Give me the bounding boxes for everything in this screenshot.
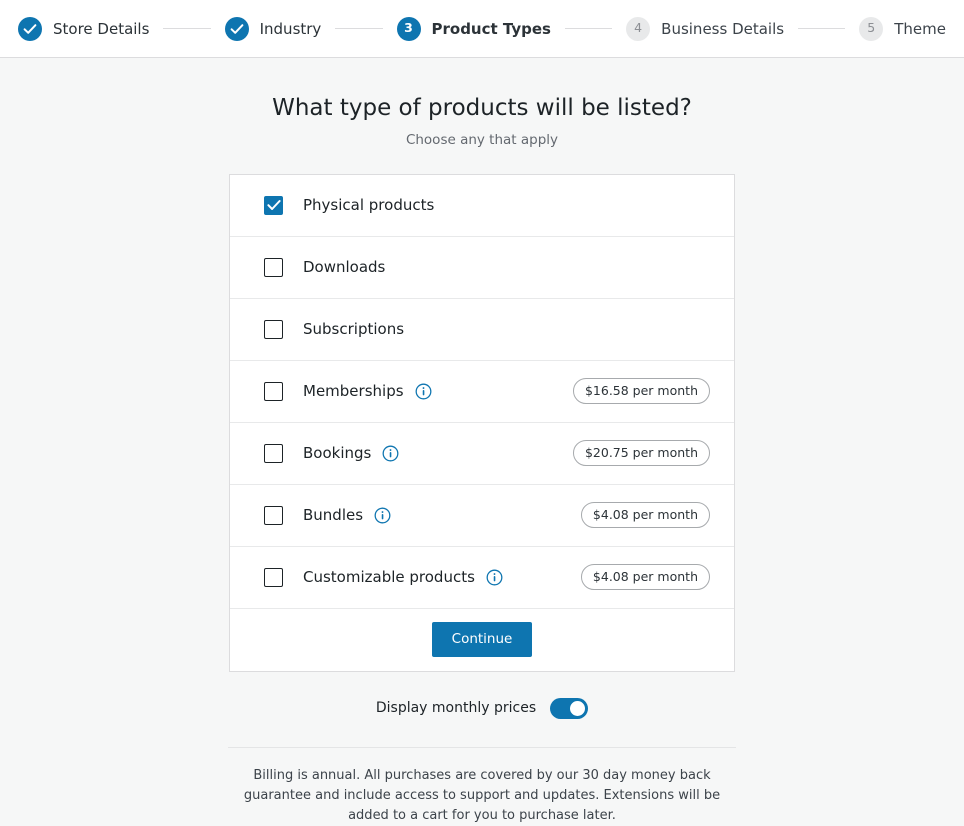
stepper-step-product-types[interactable]: 3 Product Types [396, 16, 551, 41]
continue-button[interactable]: Continue [431, 622, 533, 658]
product-type-label: Subscriptions [303, 320, 405, 339]
product-type-row-left: Bundles [264, 505, 581, 525]
product-type-row-left: Physical products [264, 195, 710, 215]
stepper-step-number: 3 [396, 16, 421, 41]
page-title: What type of products will be listed? [272, 95, 692, 121]
main-content: What type of products will be listed? Ch… [0, 58, 964, 826]
toggle-knob [570, 700, 586, 716]
product-type-row[interactable]: Bookings $20.75 per month [230, 423, 734, 485]
stepper-connector [335, 28, 383, 29]
product-type-row[interactable]: Downloads [230, 237, 734, 299]
stepper-step-business-details: 4 Business Details [626, 16, 785, 41]
stepper-step-number: 5 [859, 16, 884, 41]
stepper-step-label: Industry [259, 19, 322, 38]
product-type-row-left: Bookings [264, 443, 573, 463]
checkbox-unchecked[interactable] [264, 257, 283, 277]
checkbox-unchecked[interactable] [264, 567, 283, 587]
product-type-label: Physical products [303, 196, 435, 215]
monthly-prices-toggle-row: Display monthly prices [375, 697, 589, 719]
info-icon[interactable] [374, 507, 391, 524]
product-type-list: Physical products Downloads Subscriptions M… [230, 175, 734, 609]
product-type-row[interactable]: Customizable products $4.08 per month [230, 547, 734, 609]
stepper-step-store-details[interactable]: Store Details [18, 16, 150, 41]
product-type-label: Customizable products [303, 568, 475, 587]
stepper-step-number: 4 [626, 16, 651, 41]
stepper-step-label: Store Details [53, 19, 150, 38]
stepper-header: Store Details Industry 3 Product Types 4 Busi… [0, 0, 964, 58]
product-type-row[interactable]: Physical products [230, 175, 734, 237]
product-type-row-left: Subscriptions [264, 319, 710, 339]
product-types-card: Physical products Downloads Subscriptions M… [229, 173, 735, 672]
stepper-step-label: Theme [894, 19, 947, 38]
stepper-step-label: Business Details [661, 19, 785, 38]
price-badge: $16.58 per month [572, 378, 710, 405]
product-type-row-left: Memberships [264, 381, 573, 401]
checkbox-checked[interactable] [264, 195, 283, 215]
checkbox-unchecked[interactable] [264, 505, 283, 525]
product-type-label: Memberships [303, 382, 404, 401]
product-type-row[interactable]: Subscriptions [230, 299, 734, 361]
stepper-step-theme: 5 Theme [859, 16, 947, 41]
page-subtitle: Choose any that apply [405, 131, 559, 148]
stepper: Store Details Industry 3 Product Types 4 Busi… [0, 16, 964, 41]
billing-note: Billing is annual. All purchases are cov… [243, 767, 721, 824]
stepper-step-label: Product Types [431, 19, 551, 38]
check-icon [18, 16, 42, 41]
footer-divider: Billing is annual. All purchases are cov… [228, 746, 736, 826]
product-type-label: Downloads [303, 258, 386, 277]
monthly-prices-toggle[interactable] [550, 697, 589, 719]
stepper-connector [564, 28, 613, 29]
monthly-prices-label: Display monthly prices [375, 700, 537, 717]
product-type-row[interactable]: Bundles $4.08 per month [230, 485, 734, 547]
checkbox-unchecked[interactable] [264, 443, 283, 463]
price-badge: $4.08 per month [580, 502, 710, 529]
product-type-row-left: Customizable products [264, 567, 581, 587]
product-type-label: Bookings [303, 444, 372, 463]
checkbox-unchecked[interactable] [264, 319, 283, 339]
card-footer: Continue [230, 609, 734, 671]
product-type-row[interactable]: Memberships $16.58 per month [230, 361, 734, 423]
stepper-connector [798, 28, 846, 29]
info-icon[interactable] [382, 445, 399, 462]
product-type-label: Bundles [303, 506, 364, 525]
price-badge: $4.08 per month [580, 564, 710, 591]
stepper-connector [163, 28, 211, 29]
price-badge: $20.75 per month [572, 440, 710, 467]
product-type-row-left: Downloads [264, 257, 710, 277]
info-icon[interactable] [415, 383, 432, 400]
checkbox-unchecked[interactable] [264, 381, 283, 401]
info-icon[interactable] [486, 569, 503, 586]
check-icon [224, 16, 249, 41]
stepper-step-industry[interactable]: Industry [224, 16, 322, 41]
